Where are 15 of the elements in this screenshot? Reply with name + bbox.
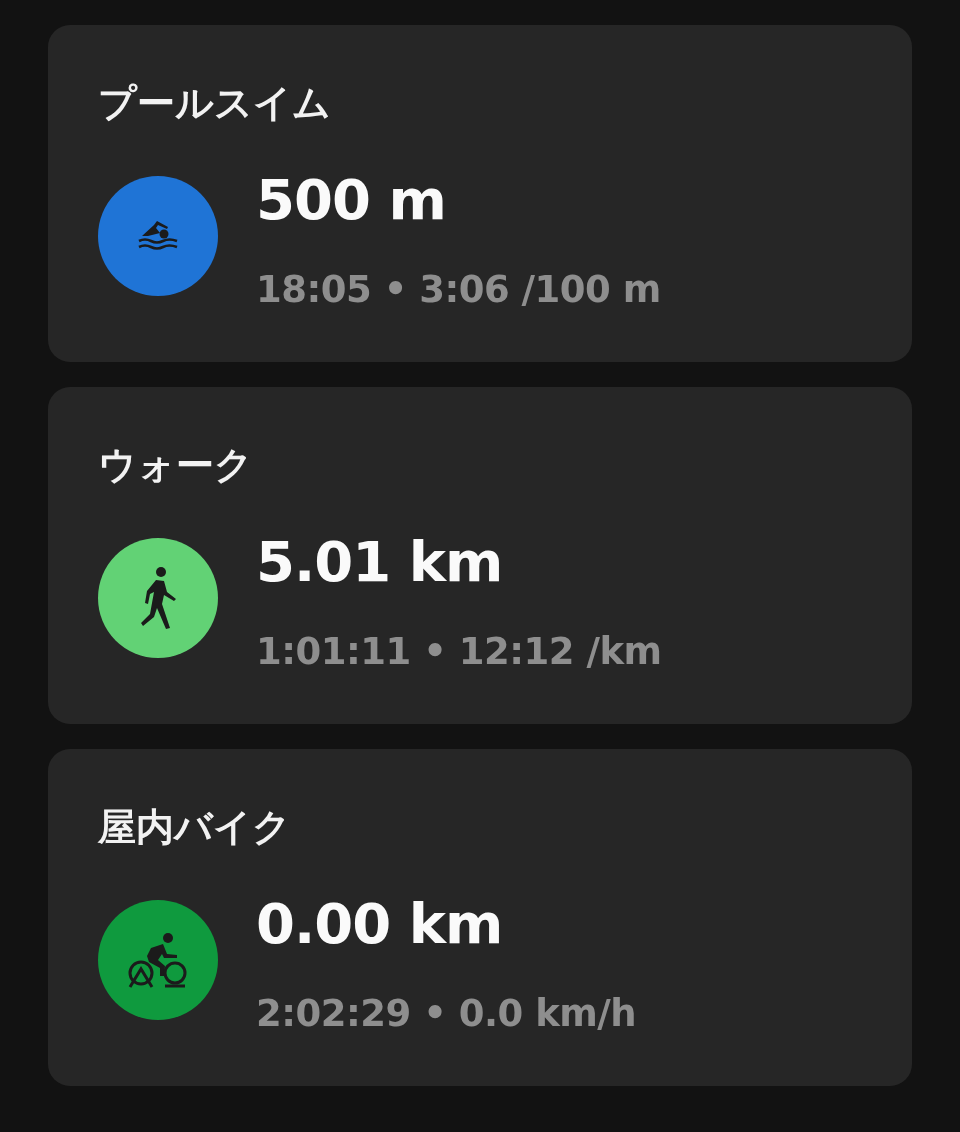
- workout-title: プールスイム: [98, 80, 332, 126]
- time-pace-text: 2:02:29 • 0.0 km/h: [256, 991, 637, 1037]
- swimmer-icon: [138, 219, 178, 253]
- workout-title: ウォーク: [98, 442, 254, 488]
- distance-value: 5.01 km: [256, 530, 504, 594]
- walking-person-icon: [140, 566, 176, 630]
- distance-value: 0.00 km: [256, 892, 504, 956]
- time-pace-text: 1:01:11 • 12:12 /km: [256, 629, 662, 675]
- workout-card[interactable]: ウォーク 5.01 km 1:01:11 • 12:12 /km: [48, 387, 912, 724]
- distance-value: 500 m: [256, 168, 447, 232]
- time-pace-text: 18:05 • 3:06 /100 m: [256, 267, 661, 313]
- workout-card[interactable]: 屋内バイク 0.00 km 2:02:29 • 0.0 km/h: [48, 749, 912, 1086]
- workout-title: 屋内バイク: [98, 804, 292, 850]
- workout-card[interactable]: プールスイム 500 m 18:05 • 3:06 /100 m: [48, 25, 912, 362]
- stationary-bike-icon: [127, 932, 189, 988]
